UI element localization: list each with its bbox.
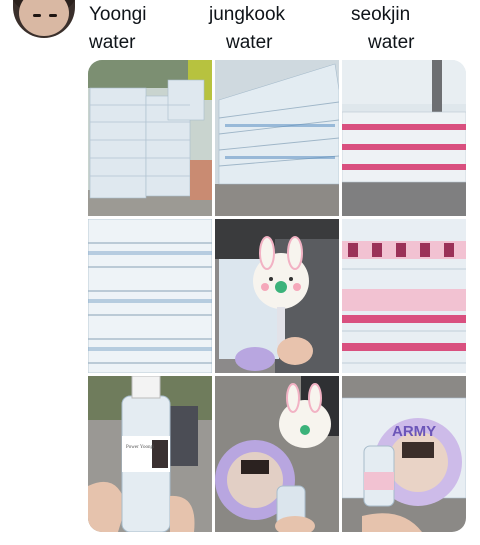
photo-5[interactable] — [215, 219, 339, 373]
photo-6[interactable] — [342, 219, 466, 373]
caption-item-yoongi: water — [89, 32, 136, 53]
caption-item-seokjin: water — [368, 32, 415, 53]
caption-name-seokjin: seokjin — [351, 4, 411, 25]
bottle-label-text: Power Yoongi — [126, 445, 155, 450]
photo-grid: Power Yoongi ARMY — [88, 60, 466, 532]
army-fan-text: ARMY — [392, 423, 436, 440]
photo-9[interactable]: ARMY — [342, 376, 466, 532]
caption-name-yoongi: Yoongi — [89, 4, 147, 25]
avatar-face — [19, 0, 69, 36]
photo-3[interactable] — [342, 60, 466, 216]
avatar-eye-right — [49, 14, 57, 17]
caption-item-jungkook: water — [226, 32, 273, 53]
avatar-eye-left — [33, 14, 41, 17]
photo-4[interactable] — [88, 219, 212, 373]
tweet-caption: Yoongi water jungkook water seokjin wate… — [89, 4, 459, 56]
photo-7[interactable]: Power Yoongi — [88, 376, 212, 532]
photo-1[interactable] — [88, 60, 212, 216]
photo-8[interactable] — [215, 376, 339, 532]
caption-name-jungkook: jungkook — [209, 4, 286, 25]
photo-2[interactable] — [215, 60, 339, 216]
avatar[interactable] — [13, 0, 75, 38]
